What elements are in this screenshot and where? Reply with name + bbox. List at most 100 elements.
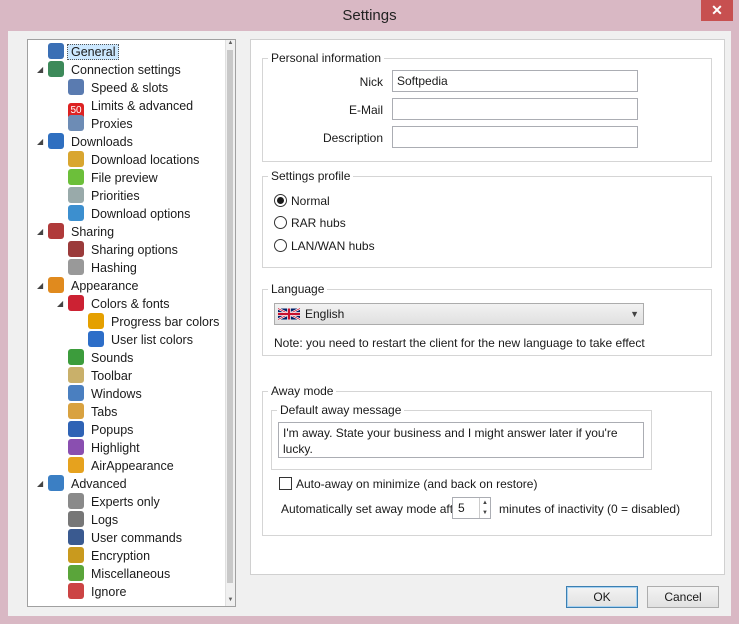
profile-normal-radio[interactable]: Normal xyxy=(274,193,330,209)
language-selected: English xyxy=(305,307,345,321)
tree-item-label: User commands xyxy=(91,531,182,545)
tree-item-popups[interactable]: Popups xyxy=(68,421,137,439)
tree-item-user-commands[interactable]: User commands xyxy=(68,529,186,547)
tree-item-label: Proxies xyxy=(91,117,133,131)
tree-item-label: Download options xyxy=(91,207,191,221)
tree-item-label: Logs xyxy=(91,513,119,527)
tree-item-label: Tabs xyxy=(91,405,118,419)
tree-expander-icon[interactable]: ◢ xyxy=(37,138,45,146)
tree-item-windows[interactable]: Windows xyxy=(68,385,146,403)
tabs-icon xyxy=(68,403,84,419)
language-dropdown[interactable]: English ▼ xyxy=(274,303,644,325)
tree-item-sharing-options[interactable]: Sharing options xyxy=(68,241,182,259)
lock-icon xyxy=(68,547,84,563)
tree-item-sharing[interactable]: Sharing xyxy=(48,223,118,241)
tree-item-toolbar[interactable]: Toolbar xyxy=(68,367,136,385)
scroll-thumb[interactable] xyxy=(227,50,233,583)
tree-item-label: File preview xyxy=(91,171,158,185)
title-bar[interactable]: Settings ✕ xyxy=(0,0,739,31)
tree-item-experts-only[interactable]: Experts only xyxy=(68,493,164,511)
profile-lanwan-radio[interactable]: LAN/WAN hubs xyxy=(274,238,375,254)
tree-item-appearance[interactable]: Appearance xyxy=(48,277,142,295)
settings-profile-legend: Settings profile xyxy=(268,169,354,183)
progress-icon xyxy=(88,313,104,329)
tree-item-label: Download locations xyxy=(91,153,200,167)
tree-scrollbar[interactable]: ▲ ▼ xyxy=(225,40,235,606)
highlight-icon xyxy=(68,439,84,455)
pencil-icon xyxy=(68,565,84,581)
tree-expander-icon[interactable]: ◢ xyxy=(57,300,65,308)
server-icon xyxy=(68,115,84,131)
radio-dot xyxy=(274,194,287,207)
settings-window: Settings ✕ ▲ ▼ General Connection setting… xyxy=(0,0,739,624)
nick-input[interactable]: Softpedia xyxy=(392,70,638,92)
tree-item-colors-fonts[interactable]: Colors & fonts xyxy=(68,295,174,313)
scroll-down-arrow[interactable]: ▼ xyxy=(226,597,235,606)
email-input[interactable] xyxy=(392,98,638,120)
tree-item-label: Sounds xyxy=(91,351,134,365)
tree-item-label: Toolbar xyxy=(91,369,132,383)
tree-expander-icon[interactable]: ◢ xyxy=(37,66,45,74)
tree-item-priorities[interactable]: Priorities xyxy=(68,187,144,205)
tree-item-miscellaneous[interactable]: Miscellaneous xyxy=(68,565,174,583)
settings-tree[interactable]: ▲ ▼ General Connection settings ◢ Speed & s… xyxy=(27,39,236,607)
chevron-down-icon: ▼ xyxy=(630,309,639,319)
close-button[interactable]: ✕ xyxy=(701,0,733,21)
tree-item-label: Connection settings xyxy=(71,63,181,77)
tree-expander-icon[interactable]: ◢ xyxy=(37,480,45,488)
tree-item-connection-settings[interactable]: Connection settings xyxy=(48,61,185,79)
tree-item-downloads[interactable]: Downloads xyxy=(48,133,137,151)
stepper-arrows[interactable]: ▲ ▼ xyxy=(479,498,490,518)
tree-item-label: Appearance xyxy=(71,279,139,293)
tree-item-progress-bar-colors[interactable]: Progress bar colors xyxy=(88,313,223,331)
radio-dot xyxy=(274,216,287,229)
radio-label: LAN/WAN hubs xyxy=(291,239,375,253)
tree-item-download-options[interactable]: Download options xyxy=(68,205,194,223)
cancel-button[interactable]: Cancel xyxy=(647,586,719,608)
tree-item-label: Speed & slots xyxy=(91,81,169,95)
language-legend: Language xyxy=(268,282,328,296)
tree-expander-icon[interactable]: ◢ xyxy=(37,282,45,290)
minutes-suffix: minutes of inactivity (0 = disabled) xyxy=(499,502,681,516)
description-input[interactable] xyxy=(392,126,638,148)
ok-button[interactable]: OK xyxy=(566,586,638,608)
tree-item-general[interactable]: General xyxy=(48,43,120,61)
tree-item-proxies[interactable]: Proxies xyxy=(68,115,137,133)
tree-item-label: Downloads xyxy=(71,135,133,149)
folder-icon xyxy=(68,151,84,167)
tree-item-download-locations[interactable]: Download locations xyxy=(68,151,203,169)
tree-item-label: General xyxy=(67,44,120,60)
nick-label: Nick xyxy=(359,75,383,89)
tree-item-highlight[interactable]: Highlight xyxy=(68,439,144,457)
language-note: Note: you need to restart the client for… xyxy=(274,336,645,350)
tree-item-sounds[interactable]: Sounds xyxy=(68,349,137,367)
tree-item-file-preview[interactable]: File preview xyxy=(68,169,162,187)
away-minutes-stepper[interactable]: 5 ▲ ▼ xyxy=(452,497,491,519)
radio-label: Normal xyxy=(291,194,330,208)
settings-profile-group: Settings profile Normal RAR hubs LAN/WAN… xyxy=(262,169,712,268)
tree-expander-icon[interactable]: ◢ xyxy=(37,228,45,236)
tree-item-label: Sharing options xyxy=(91,243,178,257)
tree-item-logs[interactable]: Logs xyxy=(68,511,122,529)
profile-rar-radio[interactable]: RAR hubs xyxy=(274,215,346,231)
tree-item-encryption[interactable]: Encryption xyxy=(68,547,154,565)
stepper-value: 5 xyxy=(458,501,465,515)
tree-item-airappearance[interactable]: AirAppearance xyxy=(68,457,178,475)
tree-item-label: Popups xyxy=(91,423,134,437)
settings-panel: Personal information Nick Softpedia E-Ma… xyxy=(250,39,725,575)
auto-away-checkbox[interactable]: Auto-away on minimize (and back on resto… xyxy=(279,477,537,491)
description-label: Description xyxy=(322,131,383,145)
tree-item-ignore[interactable]: Ignore xyxy=(68,583,130,601)
database-icon xyxy=(68,259,84,275)
tree-item-hashing[interactable]: Hashing xyxy=(68,259,141,277)
tree-item-advanced[interactable]: Advanced xyxy=(48,475,131,493)
tree-item-user-list-colors[interactable]: User list colors xyxy=(88,331,197,349)
scroll-up-arrow[interactable]: ▲ xyxy=(226,40,235,49)
dialog-client: ▲ ▼ General Connection settings ◢ Speed & s… xyxy=(8,31,731,616)
user-command-icon xyxy=(68,529,84,545)
away-message-input[interactable]: I'm away. State your business and I migh… xyxy=(278,422,644,458)
tree-item-limits-advanced[interactable]: 50 Limits & advanced xyxy=(68,97,197,119)
tree-item-tabs[interactable]: Tabs xyxy=(68,403,121,421)
tree-item-speed-slots[interactable]: Speed & slots xyxy=(68,79,172,97)
tree-item-label: Ignore xyxy=(91,585,127,599)
